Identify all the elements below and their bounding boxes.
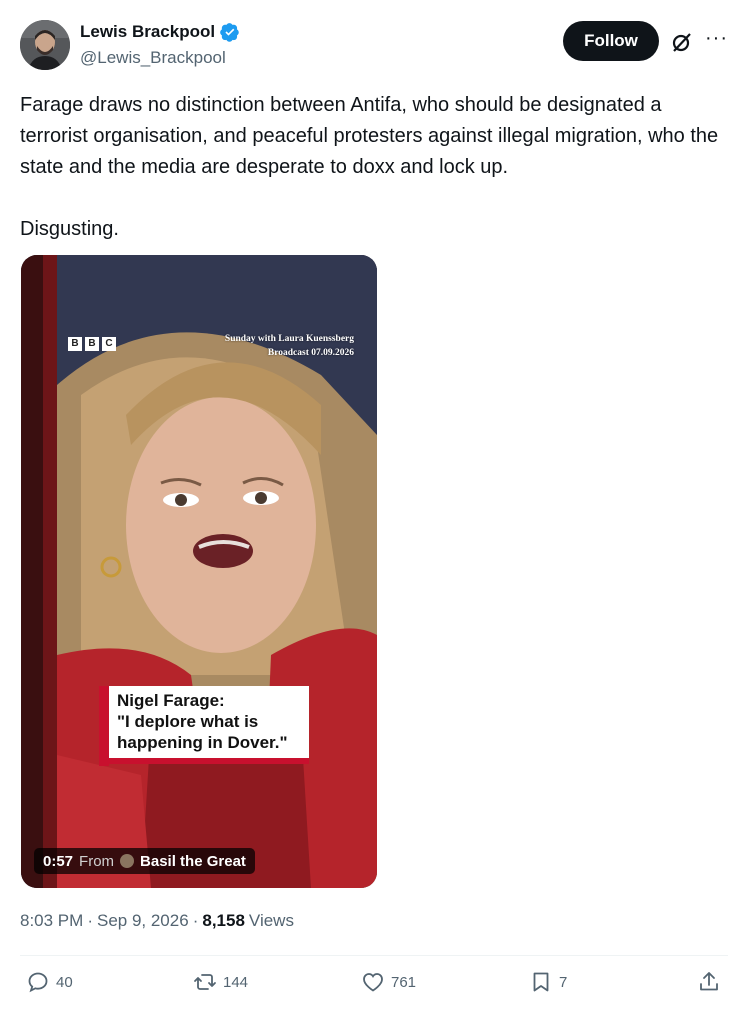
reply-count: 40	[56, 973, 73, 991]
separator: ·	[87, 911, 93, 930]
views-label: Views	[248, 911, 294, 930]
source-name[interactable]: Basil the Great	[140, 853, 246, 870]
action-bar: 40 144 761 7	[0, 970, 743, 1002]
caption-line: happening in Dover."	[117, 733, 288, 752]
separator: ·	[192, 911, 199, 930]
like-button[interactable]: 761	[361, 970, 416, 994]
video-caption: Nigel Farage: "I deplore what is happeni…	[109, 686, 309, 764]
bbc-letter: B	[68, 337, 82, 351]
reply-icon	[28, 972, 48, 993]
more-icon[interactable]: ···	[705, 27, 728, 50]
views-count: 8,158	[202, 911, 245, 930]
tweet-time[interactable]: 8:03 PM	[20, 911, 83, 931]
share-button[interactable]	[697, 970, 721, 994]
caption-line: "I deplore what is	[117, 712, 259, 731]
repost-icon	[194, 974, 216, 990]
video-player[interactable]: B B C Sunday with Laura Kuenssberg Broad…	[21, 255, 377, 888]
tweet-meta: 8:03 PM · Sep 9, 2026 · 8,158 Views	[20, 911, 294, 931]
repost-count: 144	[223, 973, 249, 991]
bbc-logo: B B C	[68, 337, 116, 351]
tweet-date[interactable]: Sep 9, 2026	[97, 911, 189, 931]
grok-icon[interactable]	[670, 30, 694, 54]
author-name-row[interactable]: Lewis Brackpool	[80, 22, 240, 42]
caption-accent	[99, 686, 109, 766]
reply-button[interactable]: 40	[26, 970, 73, 994]
avatar[interactable]	[20, 20, 70, 70]
from-label: From	[79, 852, 115, 870]
source-avatar[interactable]	[120, 854, 135, 868]
bbc-letter: B	[85, 337, 99, 351]
share-icon	[700, 972, 718, 991]
repost-button[interactable]: 144	[193, 970, 248, 994]
caption-line: Nigel Farage:	[117, 691, 225, 710]
follow-button[interactable]: Follow	[563, 21, 659, 61]
bookmark-icon	[533, 972, 549, 992]
show-name: Sunday with Laura Kuenssberg	[224, 334, 354, 344]
author-handle[interactable]: @Lewis_Brackpool	[80, 48, 226, 68]
like-icon	[363, 973, 383, 992]
divider	[20, 955, 728, 956]
like-count: 761	[391, 973, 417, 991]
bookmark-count: 7	[559, 973, 568, 991]
bookmark-button[interactable]: 7	[529, 970, 567, 994]
tweet-text: Farage draws no distinction between Anti…	[20, 94, 719, 240]
broadcast-date: Broadcast 07.09.2026	[267, 348, 354, 358]
show-title: Sunday with Laura Kuenssberg Broadcast 0…	[225, 332, 354, 360]
video-info-overlay[interactable]: 0:57 From Basil the Great	[34, 848, 255, 874]
video-duration: 0:57	[43, 852, 74, 870]
author-name[interactable]: Lewis Brackpool	[80, 22, 215, 42]
verified-icon	[220, 23, 239, 42]
bbc-letter: C	[102, 337, 116, 351]
avatar-image	[20, 20, 70, 70]
